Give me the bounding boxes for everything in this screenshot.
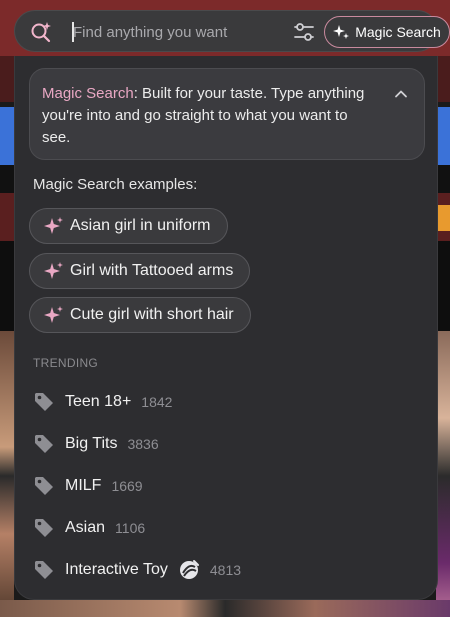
trending-item-count: 1106 — [115, 520, 146, 536]
info-highlight: Magic Search — [42, 85, 134, 102]
sparkle-icon — [44, 306, 63, 323]
trending-item-name: Asian — [65, 519, 106, 536]
tag-icon — [35, 393, 53, 411]
trending-title: TRENDING — [33, 356, 99, 370]
interactive-toy-icon — [179, 560, 199, 579]
magic-search-dropdown: Magic Search: Built for your taste. Type… — [14, 56, 438, 600]
trending-item[interactable]: Teen 18+ 1842 — [33, 389, 172, 415]
thumbnail-column-left — [0, 331, 14, 617]
magic-search-button[interactable]: Magic Search — [324, 16, 450, 48]
thumbnail-row-bottom — [0, 600, 450, 617]
tag-icon — [35, 519, 53, 537]
trending-item-count: 4813 — [209, 562, 242, 578]
trending-item-count: 1669 — [111, 478, 143, 494]
magic-search-info-card: Magic Search: Built for your taste. Type… — [29, 68, 425, 160]
trending-item-name: MILF — [65, 477, 102, 494]
example-chip-label: Girl with Tattooed arms — [70, 262, 234, 279]
chevron-up-icon[interactable] — [394, 87, 408, 101]
magic-search-icon — [31, 22, 51, 43]
sparkle-icon — [333, 25, 350, 39]
tag-icon — [35, 561, 53, 579]
example-chip[interactable]: Asian girl in uniform — [29, 208, 228, 244]
trending-item-name: Interactive Toy — [65, 561, 168, 578]
sparkle-icon — [44, 217, 63, 234]
example-chip-label: Asian girl in uniform — [70, 217, 211, 234]
filter-icon[interactable] — [292, 21, 316, 43]
example-chip[interactable]: Girl with Tattooed arms — [29, 253, 251, 289]
sparkle-icon — [44, 262, 63, 279]
search-bar: Magic Search — [14, 10, 450, 52]
trending-item-name: Teen 18+ — [65, 393, 132, 410]
trending-item[interactable]: Asian 1106 — [33, 515, 145, 541]
trending-item[interactable]: Big Tits 3836 — [33, 431, 159, 457]
magic-search-button-label: Magic Search — [355, 24, 441, 40]
tag-icon — [35, 477, 53, 495]
example-chip[interactable]: Cute girl with short hair — [29, 297, 251, 333]
trending-item[interactable]: Interactive Toy 4813 — [33, 557, 241, 583]
trending-item-name: Big Tits — [65, 435, 118, 452]
examples-title: Magic Search examples: — [33, 176, 198, 193]
example-chip-label: Cute girl with short hair — [70, 306, 234, 323]
search-input[interactable] — [73, 19, 273, 45]
tag-icon — [35, 435, 53, 453]
thumbnail-column-right — [436, 331, 450, 617]
trending-item-count: 1842 — [141, 394, 173, 410]
trending-item-count: 3836 — [127, 436, 159, 452]
trending-item[interactable]: MILF 1669 — [33, 473, 143, 499]
